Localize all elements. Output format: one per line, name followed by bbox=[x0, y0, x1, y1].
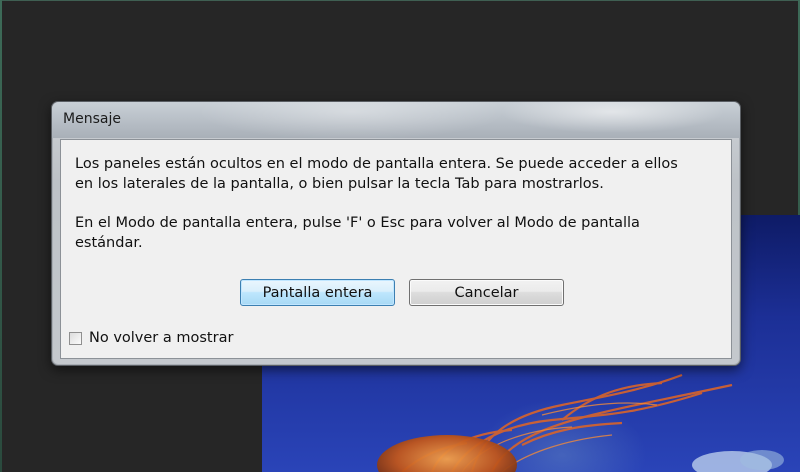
message-paragraph-1: Los paneles están ocultos en el modo de … bbox=[75, 156, 678, 192]
dont-show-again-checkbox[interactable] bbox=[69, 332, 82, 345]
dialog-title: Mensaje bbox=[63, 111, 121, 127]
message-paragraph-2: En el Modo de pantalla entera, pulse 'F'… bbox=[75, 215, 640, 251]
dialog-title-bar[interactable]: Mensaje bbox=[52, 102, 740, 138]
app-workspace: Mensaje Los paneles están ocultos en el … bbox=[0, 0, 800, 472]
dialog-content: Los paneles están ocultos en el modo de … bbox=[60, 139, 732, 359]
message-dialog: Mensaje Los paneles están ocultos en el … bbox=[51, 101, 741, 366]
window-frame-left bbox=[0, 0, 2, 472]
dont-show-again-label[interactable]: No volver a mostrar bbox=[89, 330, 233, 346]
full-screen-button[interactable]: Pantalla entera bbox=[240, 279, 395, 306]
window-frame-top bbox=[0, 0, 800, 1]
cancel-button[interactable]: Cancelar bbox=[409, 279, 564, 306]
